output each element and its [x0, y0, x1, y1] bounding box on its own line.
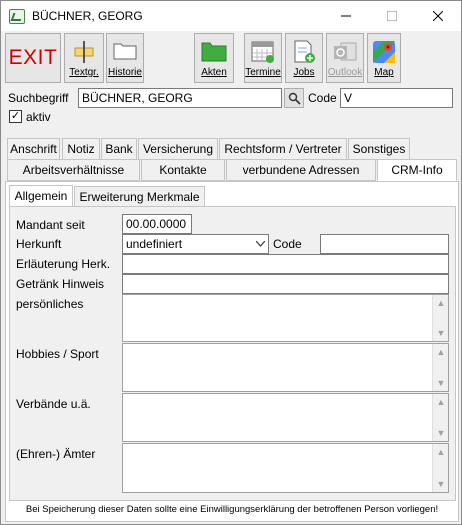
- minimize-button[interactable]: [323, 1, 369, 31]
- getraenk-hinweis-input[interactable]: [122, 274, 449, 294]
- herkunft-code-input[interactable]: [320, 234, 449, 254]
- erlaeuterung-input[interactable]: [122, 254, 449, 274]
- getraenk-hinweis-label: Getränk Hinweis: [16, 277, 105, 291]
- tab-versicherung[interactable]: Versicherung: [138, 138, 218, 160]
- mandant-seit-label: Mandant seit: [16, 218, 85, 232]
- map-icon: [373, 41, 395, 63]
- scroll-down-icon[interactable]: ▼: [433, 476, 449, 492]
- tab-bank[interactable]: Bank: [101, 138, 137, 160]
- search-icon: [288, 92, 301, 105]
- tab-arbeitsverhaeltnisse[interactable]: Arbeitsverhältnisse: [7, 159, 140, 181]
- ehrenaemter-label: (Ehren-) Ämter: [16, 447, 96, 461]
- aktiv-label: aktiv: [26, 110, 51, 124]
- mandant-seit-input[interactable]: 00.00.0000: [122, 214, 192, 234]
- hobbies-sport-label: Hobbies / Sport: [16, 347, 99, 361]
- code-label: Code: [308, 91, 337, 105]
- suchbegriff-input[interactable]: BÜCHNER, GEORG: [78, 88, 282, 108]
- ehrenaemter-memo[interactable]: ▲ ▼: [122, 443, 449, 493]
- scroll-down-icon[interactable]: ▼: [433, 325, 449, 341]
- maximize-button[interactable]: [369, 1, 415, 31]
- tab-verbundene-adressen[interactable]: verbundene Adressen: [226, 159, 376, 181]
- herkunft-label: Herkunft: [16, 237, 62, 251]
- persoenliches-memo[interactable]: ▲ ▼: [122, 294, 449, 342]
- minimize-icon: [341, 15, 351, 17]
- termine-button[interactable]: Termine: [244, 33, 282, 83]
- close-icon: [433, 11, 443, 21]
- hobbies-sport-memo[interactable]: ▲ ▼: [122, 343, 449, 392]
- tab-notiz[interactable]: Notiz: [62, 138, 100, 160]
- outlook-icon: [334, 42, 357, 61]
- title-bar: BÜCHNER, GEORG: [1, 1, 461, 31]
- tab-crm-info[interactable]: CRM-Info: [377, 159, 457, 181]
- scroll-up-icon[interactable]: ▲: [433, 295, 449, 311]
- exit-button[interactable]: EXIT: [5, 33, 61, 83]
- maximize-icon: [387, 11, 397, 21]
- historie-button[interactable]: Historie: [106, 33, 144, 83]
- subtab-allgemein[interactable]: Allgemein: [9, 185, 73, 207]
- green-folder-icon: [201, 42, 227, 62]
- app-icon: [9, 9, 25, 24]
- persoenliches-scrollbar[interactable]: ▲ ▼: [432, 295, 448, 341]
- calendar-icon: [251, 41, 274, 63]
- herkunft-select[interactable]: undefiniert: [122, 234, 269, 254]
- tab-anschrift[interactable]: Anschrift: [7, 138, 60, 160]
- scroll-down-icon[interactable]: ▼: [433, 425, 449, 441]
- scroll-up-icon[interactable]: ▲: [433, 344, 449, 360]
- folder-icon: [113, 43, 137, 60]
- code-input[interactable]: V: [340, 88, 453, 108]
- outlook-button[interactable]: Outlook: [326, 33, 364, 83]
- tab-rechtsform-vertreter[interactable]: Rechtsform / Vertreter: [219, 138, 347, 160]
- verbaende-scrollbar[interactable]: ▲ ▼: [432, 394, 448, 441]
- ehrenaemter-scrollbar[interactable]: ▲ ▼: [432, 444, 448, 492]
- hobbies-scrollbar[interactable]: ▲ ▼: [432, 344, 448, 391]
- jobs-icon: [294, 40, 315, 63]
- erlaeuterung-label: Erläuterung Herk.: [16, 257, 111, 271]
- suchbegriff-label: Suchbegriff: [8, 91, 69, 105]
- aktiv-checkbox[interactable]: ✓: [9, 110, 22, 123]
- tab-kontakte[interactable]: Kontakte: [141, 159, 225, 181]
- jobs-button[interactable]: Jobs: [285, 33, 323, 83]
- scroll-up-icon[interactable]: ▲: [433, 444, 449, 460]
- consent-note: Bei Speicherung dieser Daten sollte eine…: [25, 504, 439, 515]
- herkunft-code-label: Code: [273, 237, 302, 251]
- textgroesse-button[interactable]: Textgr.: [64, 33, 104, 83]
- verbaende-label: Verbände u.ä.: [16, 397, 91, 411]
- persoenliches-label: persönliches: [16, 297, 84, 311]
- verbaende-memo[interactable]: ▲ ▼: [122, 393, 449, 442]
- herkunft-value: undefiniert: [126, 237, 183, 251]
- scroll-down-icon[interactable]: ▼: [433, 375, 449, 391]
- akten-button[interactable]: Akten: [194, 33, 234, 83]
- text-size-icon: [74, 41, 94, 63]
- map-button[interactable]: Map: [367, 33, 401, 83]
- main-window: BÜCHNER, GEORG EXIT Textgr. Historie Akt…: [0, 0, 462, 525]
- chevron-down-icon: [256, 241, 265, 247]
- subtab-erweiterung-merkmale[interactable]: Erweiterung Merkmale: [74, 186, 205, 207]
- scroll-up-icon[interactable]: ▲: [433, 394, 449, 410]
- search-button[interactable]: [284, 88, 304, 108]
- toolbar: EXIT Textgr. Historie Akten Termine Jobs…: [1, 31, 461, 85]
- window-title: BÜCHNER, GEORG: [32, 9, 143, 23]
- tab-sonstiges[interactable]: Sonstiges: [348, 138, 410, 160]
- close-button[interactable]: [415, 1, 461, 31]
